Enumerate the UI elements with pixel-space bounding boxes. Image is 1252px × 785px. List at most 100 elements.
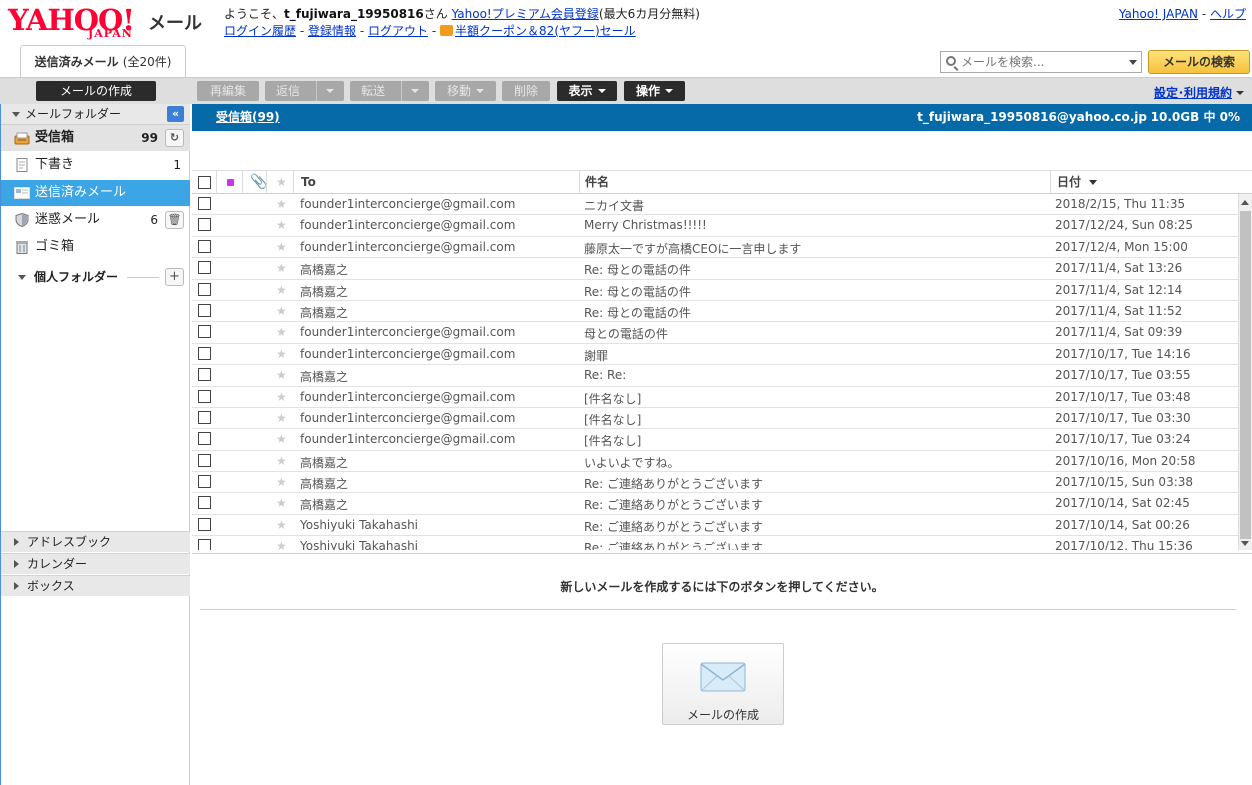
account-info-link[interactable]: 登録情報 bbox=[308, 24, 356, 38]
delete-button[interactable]: 削除 bbox=[502, 81, 550, 101]
sidebar-item-inbox[interactable]: 受信箱 99 ↻ bbox=[1, 125, 190, 151]
row-checkbox[interactable] bbox=[198, 368, 211, 382]
table-row[interactable]: ★ 高橋嘉之 Re: Re: 2017/10/17, Tue 03:55 bbox=[192, 365, 1238, 387]
move-button[interactable]: 移動 bbox=[435, 81, 496, 101]
reply-button[interactable]: 返信 bbox=[265, 81, 344, 101]
table-row[interactable]: ★ founder1interconcierge@gmail.com [件名なし] 2… bbox=[192, 408, 1238, 430]
search-dropdown-icon[interactable] bbox=[1129, 60, 1137, 65]
star-icon[interactable]: ★ bbox=[276, 325, 287, 339]
star-icon[interactable]: ★ bbox=[276, 197, 287, 211]
sidebar-section-addressbook[interactable]: アドレスブック bbox=[1, 531, 190, 552]
star-icon[interactable]: ★ bbox=[276, 304, 287, 318]
premium-link[interactable]: Yahoo!プレミアム会員登録 bbox=[452, 7, 599, 21]
row-checkbox[interactable] bbox=[198, 496, 211, 510]
column-to[interactable]: To bbox=[293, 171, 316, 194]
table-row[interactable]: ★ founder1interconcierge@gmail.com 藤原太一ですが… bbox=[192, 237, 1238, 259]
star-icon[interactable]: ★ bbox=[276, 411, 287, 425]
table-row[interactable]: ★ 高橋嘉之 いよいよですね。 2017/10/16, Mon 20:58 bbox=[192, 451, 1238, 473]
row-checkbox[interactable] bbox=[198, 517, 211, 531]
sidebar-section-calendar[interactable]: カレンダー bbox=[1, 553, 190, 574]
table-row[interactable]: ★ 高橋嘉之 Re: 母との電話の件 2017/11/4, Sat 11:52 bbox=[192, 301, 1238, 323]
search-box[interactable] bbox=[940, 51, 1142, 73]
reply-dropdown[interactable] bbox=[316, 81, 344, 101]
row-checkbox[interactable] bbox=[198, 432, 211, 446]
collapse-sidebar-icon[interactable]: « bbox=[167, 106, 184, 122]
forward-dropdown[interactable] bbox=[401, 81, 429, 101]
column-date[interactable]: 日付 bbox=[1050, 171, 1238, 194]
star-icon[interactable]: ★ bbox=[276, 475, 287, 489]
mail-folders-header[interactable]: メールフォルダー « bbox=[1, 104, 190, 125]
scroll-up-icon[interactable] bbox=[1241, 200, 1249, 205]
scroll-down-icon[interactable] bbox=[1241, 541, 1249, 546]
add-folder-icon[interactable]: + bbox=[165, 268, 184, 286]
row-checkbox[interactable] bbox=[198, 282, 211, 296]
row-checkbox[interactable] bbox=[198, 389, 211, 403]
table-row[interactable]: ★ founder1interconcierge@gmail.com 母との電話の件… bbox=[192, 322, 1238, 344]
star-icon[interactable]: ★ bbox=[276, 175, 287, 189]
table-row[interactable]: ★ 高橋嘉之 Re: ご連絡ありがとうございます 2017/10/15, Sun 03… bbox=[192, 472, 1238, 494]
sidebar-item-sent[interactable]: 送信済みメール bbox=[1, 180, 190, 206]
table-row[interactable]: ★ 高橋嘉之 Re: ご連絡ありがとうございます 2017/10/14, Sat 02… bbox=[192, 493, 1238, 515]
star-icon[interactable]: ★ bbox=[276, 432, 287, 446]
column-subject[interactable]: 件名 bbox=[579, 171, 609, 194]
star-icon[interactable]: ★ bbox=[276, 368, 287, 382]
attachment-icon[interactable]: 📎 bbox=[250, 174, 267, 190]
sidebar-item-drafts[interactable]: 下書き 1 bbox=[1, 152, 190, 178]
scroll-thumb[interactable] bbox=[1240, 211, 1251, 539]
view-button[interactable]: 表示 bbox=[557, 81, 617, 101]
coupon-link[interactable]: 半額クーポン＆82(ヤフー)セール bbox=[455, 24, 636, 38]
action-button[interactable]: 操作 bbox=[624, 81, 685, 101]
row-checkbox[interactable] bbox=[198, 346, 211, 360]
star-icon[interactable]: ★ bbox=[276, 518, 287, 532]
select-all-checkbox[interactable] bbox=[198, 176, 211, 189]
row-checkbox[interactable] bbox=[198, 410, 211, 424]
table-row[interactable]: ★ Yoshiyuki Takahashi Re: ご連絡ありがとうございます 201… bbox=[192, 515, 1238, 537]
search-button[interactable]: メールの検索 bbox=[1148, 50, 1250, 74]
flag-color-icon[interactable] bbox=[227, 179, 234, 186]
mail-list-scrollbar[interactable] bbox=[1238, 194, 1252, 550]
personal-folders-header[interactable]: 個人フォルダー + bbox=[1, 266, 190, 288]
row-checkbox[interactable] bbox=[198, 453, 211, 467]
inbox-link[interactable]: 受信箱(99) bbox=[216, 104, 280, 131]
table-row[interactable]: ★ founder1interconcierge@gmail.com ニカイ文書 20… bbox=[192, 194, 1238, 216]
table-row[interactable]: ★ 高橋嘉之 Re: 母との電話の件 2017/11/4, Sat 12:14 bbox=[192, 280, 1238, 301]
sidebar-item-trash[interactable]: ゴミ箱 bbox=[1, 234, 190, 260]
table-row[interactable]: ★ 高橋嘉之 Re: 母との電話の件 2017/11/4, Sat 13:26 bbox=[192, 258, 1238, 280]
star-icon[interactable]: ★ bbox=[276, 283, 287, 297]
large-compose-button[interactable]: メールの作成 bbox=[662, 643, 784, 725]
settings-link[interactable]: 設定･利用規約 bbox=[1154, 84, 1244, 101]
row-checkbox[interactable] bbox=[198, 303, 211, 317]
row-checkbox[interactable] bbox=[198, 325, 211, 339]
help-link[interactable]: ヘルプ bbox=[1210, 7, 1246, 21]
star-icon[interactable]: ★ bbox=[276, 240, 287, 254]
row-checkbox[interactable] bbox=[198, 197, 211, 210]
search-input[interactable] bbox=[961, 54, 1126, 70]
table-row[interactable]: ★ founder1interconcierge@gmail.com [件名なし] 2… bbox=[192, 387, 1238, 408]
sidebar-section-box[interactable]: ボックス bbox=[1, 575, 190, 596]
sidebar-item-spam[interactable]: 迷惑メール 6 🗑 bbox=[1, 207, 190, 233]
trash-empty-icon[interactable]: 🗑 bbox=[165, 211, 184, 229]
compose-button[interactable]: メールの作成 bbox=[36, 81, 156, 101]
reedit-button[interactable]: 再編集 bbox=[197, 81, 259, 101]
table-row[interactable]: ★ founder1interconcierge@gmail.com Merry C… bbox=[192, 215, 1238, 237]
row-checkbox[interactable] bbox=[198, 475, 211, 489]
row-checkbox[interactable] bbox=[198, 218, 211, 232]
star-icon[interactable]: ★ bbox=[276, 218, 287, 232]
star-icon[interactable]: ★ bbox=[276, 539, 287, 550]
table-row[interactable]: ★ founder1interconcierge@gmail.com [件名なし] 2… bbox=[192, 429, 1238, 451]
star-icon[interactable]: ★ bbox=[276, 347, 287, 361]
row-checkbox[interactable] bbox=[198, 261, 211, 275]
current-folder-tab[interactable]: 送信済みメール (全20件) bbox=[20, 45, 186, 77]
star-icon[interactable]: ★ bbox=[276, 261, 287, 275]
row-checkbox[interactable] bbox=[198, 539, 211, 550]
star-icon[interactable]: ★ bbox=[276, 496, 287, 510]
yahoo-japan-link[interactable]: Yahoo! JAPAN bbox=[1119, 7, 1198, 21]
login-history-link[interactable]: ログイン履歴 bbox=[224, 24, 296, 38]
row-checkbox[interactable] bbox=[198, 239, 211, 253]
refresh-icon[interactable]: ↻ bbox=[165, 129, 184, 147]
forward-button[interactable]: 転送 bbox=[350, 81, 429, 101]
table-row[interactable]: ★ founder1interconcierge@gmail.com 謝罪 2017/… bbox=[192, 344, 1238, 366]
star-icon[interactable]: ★ bbox=[276, 454, 287, 468]
yahoo-mail-logo[interactable]: YAHOO! JAPAN メール bbox=[8, 3, 203, 43]
table-row[interactable]: ★ Yoshiyuki Takahashi Re: ご連絡ありがとうございます 201… bbox=[192, 536, 1238, 550]
